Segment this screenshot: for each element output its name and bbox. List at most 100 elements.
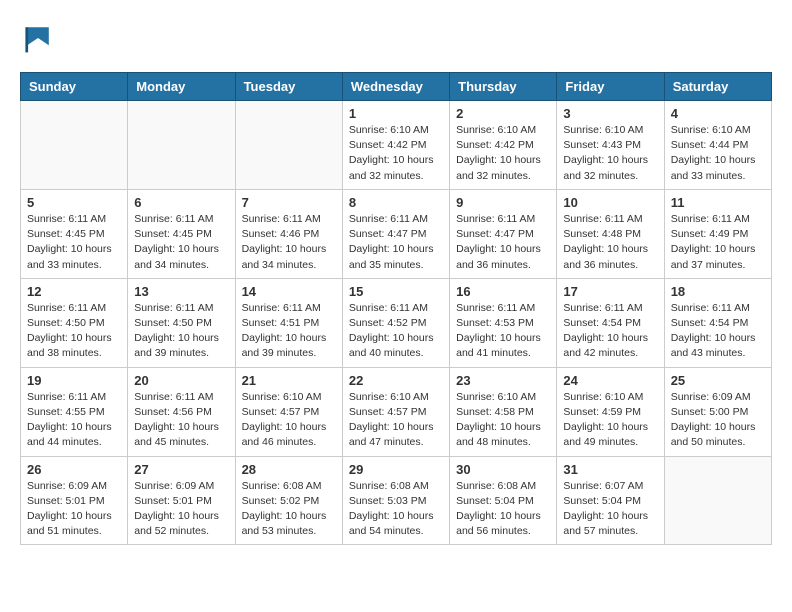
calendar-table: SundayMondayTuesdayWednesdayThursdayFrid… [20,72,772,545]
logo-icon [20,20,56,56]
calendar-cell: 13 Sunrise: 6:11 AM Sunset: 4:50 PM Dayli… [128,278,235,367]
calendar-week-row: 19 Sunrise: 6:11 AM Sunset: 4:55 PM Dayli… [21,367,772,456]
calendar-cell: 22 Sunrise: 6:10 AM Sunset: 4:57 PM Dayli… [342,367,449,456]
col-header-thursday: Thursday [450,73,557,101]
day-info: Sunrise: 6:09 AM Sunset: 5:00 PM Dayligh… [671,390,765,451]
day-number: 6 [134,195,228,210]
calendar-week-row: 1 Sunrise: 6:10 AM Sunset: 4:42 PM Daylig… [21,101,772,190]
calendar-cell: 28 Sunrise: 6:08 AM Sunset: 5:02 PM Dayli… [235,456,342,545]
day-number: 20 [134,373,228,388]
day-info: Sunrise: 6:09 AM Sunset: 5:01 PM Dayligh… [27,479,121,540]
day-info: Sunrise: 6:10 AM Sunset: 4:42 PM Dayligh… [349,123,443,184]
calendar-cell: 26 Sunrise: 6:09 AM Sunset: 5:01 PM Dayli… [21,456,128,545]
day-info: Sunrise: 6:11 AM Sunset: 4:47 PM Dayligh… [456,212,550,273]
calendar-cell: 18 Sunrise: 6:11 AM Sunset: 4:54 PM Dayli… [664,278,771,367]
col-header-sunday: Sunday [21,73,128,101]
day-number: 22 [349,373,443,388]
day-number: 29 [349,462,443,477]
calendar-cell: 3Sunrise: 6:10 AM Sunset: 4:43 PM Daylig… [557,101,664,190]
day-number: 15 [349,284,443,299]
calendar-cell: 4 Sunrise: 6:10 AM Sunset: 4:44 PM Daylig… [664,101,771,190]
calendar-cell: 30 Sunrise: 6:08 AM Sunset: 5:04 PM Dayli… [450,456,557,545]
day-number: 30 [456,462,550,477]
day-info: Sunrise: 6:10 AM Sunset: 4:43 PM Dayligh… [563,123,657,184]
day-info: Sunrise: 6:08 AM Sunset: 5:02 PM Dayligh… [242,479,336,540]
day-info: Sunrise: 6:08 AM Sunset: 5:04 PM Dayligh… [456,479,550,540]
day-info: Sunrise: 6:11 AM Sunset: 4:48 PM Dayligh… [563,212,657,273]
calendar-cell: 14 Sunrise: 6:11 AM Sunset: 4:51 PM Dayli… [235,278,342,367]
day-number: 12 [27,284,121,299]
day-info: Sunrise: 6:10 AM Sunset: 4:58 PM Dayligh… [456,390,550,451]
day-number: 24 [563,373,657,388]
day-info: Sunrise: 6:11 AM Sunset: 4:50 PM Dayligh… [27,301,121,362]
calendar-week-row: 5Sunrise: 6:11 AM Sunset: 4:45 PM Daylig… [21,189,772,278]
day-number: 31 [563,462,657,477]
calendar-cell: 19 Sunrise: 6:11 AM Sunset: 4:55 PM Dayli… [21,367,128,456]
calendar-cell: 2Sunrise: 6:10 AM Sunset: 4:42 PM Daylig… [450,101,557,190]
logo [20,20,60,56]
day-number: 17 [563,284,657,299]
calendar-cell: 16Sunrise: 6:11 AM Sunset: 4:53 PM Dayli… [450,278,557,367]
calendar-cell: 31 Sunrise: 6:07 AM Sunset: 5:04 PM Dayli… [557,456,664,545]
col-header-wednesday: Wednesday [342,73,449,101]
col-header-monday: Monday [128,73,235,101]
calendar-cell [235,101,342,190]
day-number: 7 [242,195,336,210]
day-number: 14 [242,284,336,299]
page-header [20,20,772,56]
calendar-cell: 6Sunrise: 6:11 AM Sunset: 4:45 PM Daylig… [128,189,235,278]
day-info: Sunrise: 6:10 AM Sunset: 4:57 PM Dayligh… [349,390,443,451]
calendar-cell: 24 Sunrise: 6:10 AM Sunset: 4:59 PM Dayli… [557,367,664,456]
calendar-cell: 8 Sunrise: 6:11 AM Sunset: 4:47 PM Daylig… [342,189,449,278]
col-header-tuesday: Tuesday [235,73,342,101]
day-number: 8 [349,195,443,210]
day-number: 28 [242,462,336,477]
day-info: Sunrise: 6:09 AM Sunset: 5:01 PM Dayligh… [134,479,228,540]
calendar-week-row: 26 Sunrise: 6:09 AM Sunset: 5:01 PM Dayli… [21,456,772,545]
day-info: Sunrise: 6:10 AM Sunset: 4:57 PM Dayligh… [242,390,336,451]
day-info: Sunrise: 6:11 AM Sunset: 4:56 PM Dayligh… [134,390,228,451]
day-number: 11 [671,195,765,210]
calendar-cell: 12 Sunrise: 6:11 AM Sunset: 4:50 PM Dayli… [21,278,128,367]
day-number: 27 [134,462,228,477]
calendar-header-row: SundayMondayTuesdayWednesdayThursdayFrid… [21,73,772,101]
col-header-friday: Friday [557,73,664,101]
day-info: Sunrise: 6:11 AM Sunset: 4:50 PM Dayligh… [134,301,228,362]
day-info: Sunrise: 6:10 AM Sunset: 4:44 PM Dayligh… [671,123,765,184]
calendar-cell: 7 Sunrise: 6:11 AM Sunset: 4:46 PM Daylig… [235,189,342,278]
day-info: Sunrise: 6:07 AM Sunset: 5:04 PM Dayligh… [563,479,657,540]
day-number: 23 [456,373,550,388]
day-number: 18 [671,284,765,299]
calendar-cell: 10 Sunrise: 6:11 AM Sunset: 4:48 PM Dayli… [557,189,664,278]
day-info: Sunrise: 6:11 AM Sunset: 4:55 PM Dayligh… [27,390,121,451]
calendar-week-row: 12 Sunrise: 6:11 AM Sunset: 4:50 PM Dayli… [21,278,772,367]
day-number: 4 [671,106,765,121]
col-header-saturday: Saturday [664,73,771,101]
day-info: Sunrise: 6:11 AM Sunset: 4:49 PM Dayligh… [671,212,765,273]
day-info: Sunrise: 6:11 AM Sunset: 4:54 PM Dayligh… [563,301,657,362]
calendar-cell: 5Sunrise: 6:11 AM Sunset: 4:45 PM Daylig… [21,189,128,278]
day-info: Sunrise: 6:11 AM Sunset: 4:46 PM Dayligh… [242,212,336,273]
day-info: Sunrise: 6:10 AM Sunset: 4:59 PM Dayligh… [563,390,657,451]
day-number: 19 [27,373,121,388]
calendar-cell: 23 Sunrise: 6:10 AM Sunset: 4:58 PM Dayli… [450,367,557,456]
calendar-cell: 27 Sunrise: 6:09 AM Sunset: 5:01 PM Dayli… [128,456,235,545]
day-info: Sunrise: 6:11 AM Sunset: 4:51 PM Dayligh… [242,301,336,362]
calendar-cell: 9Sunrise: 6:11 AM Sunset: 4:47 PM Daylig… [450,189,557,278]
day-number: 13 [134,284,228,299]
calendar-cell [664,456,771,545]
day-number: 5 [27,195,121,210]
day-number: 26 [27,462,121,477]
day-info: Sunrise: 6:11 AM Sunset: 4:54 PM Dayligh… [671,301,765,362]
calendar-cell: 29Sunrise: 6:08 AM Sunset: 5:03 PM Dayli… [342,456,449,545]
day-number: 21 [242,373,336,388]
day-number: 2 [456,106,550,121]
calendar-cell [128,101,235,190]
day-number: 10 [563,195,657,210]
day-info: Sunrise: 6:11 AM Sunset: 4:52 PM Dayligh… [349,301,443,362]
day-number: 1 [349,106,443,121]
calendar-cell: 1 Sunrise: 6:10 AM Sunset: 4:42 PM Daylig… [342,101,449,190]
day-info: Sunrise: 6:11 AM Sunset: 4:47 PM Dayligh… [349,212,443,273]
calendar-cell: 21 Sunrise: 6:10 AM Sunset: 4:57 PM Dayli… [235,367,342,456]
day-number: 25 [671,373,765,388]
